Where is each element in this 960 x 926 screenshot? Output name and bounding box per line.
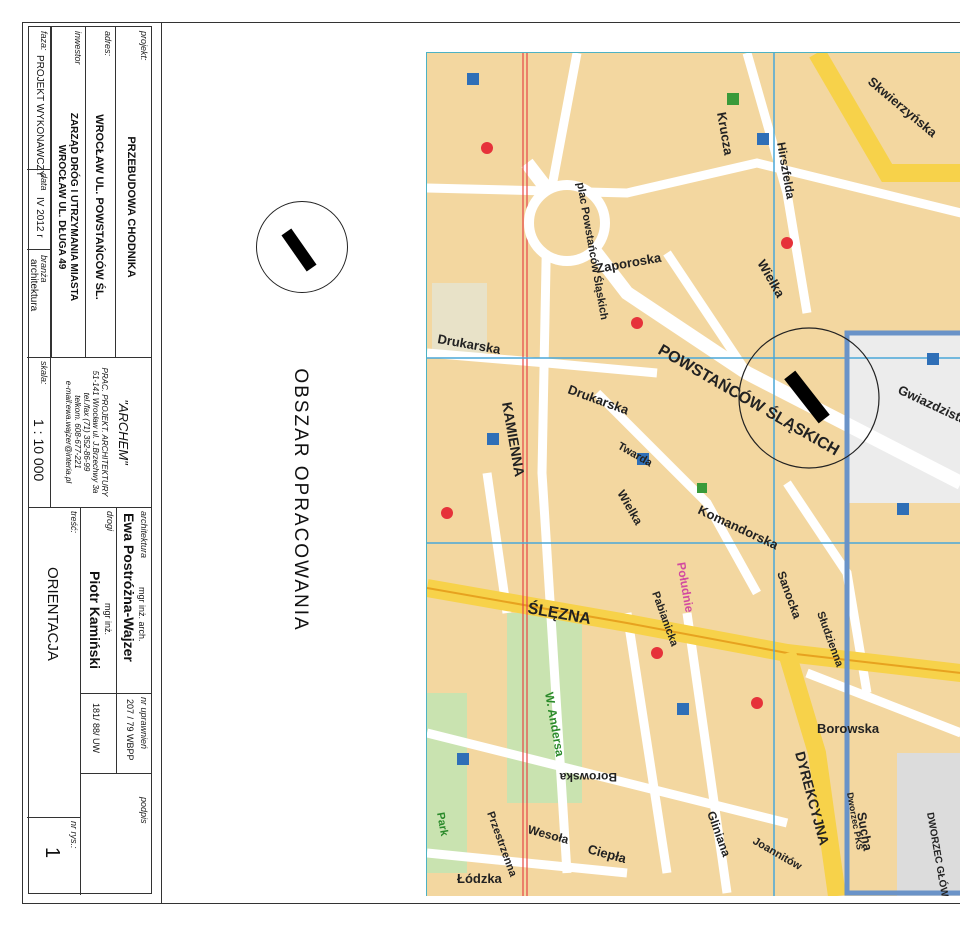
skala-label: skala: bbox=[39, 361, 49, 385]
adres-row: adres: WROCŁAW UL. POWSTAŃCÓW ŚL. bbox=[85, 27, 115, 357]
projekt-label: projekt: bbox=[139, 31, 149, 61]
branza-label: branża bbox=[39, 255, 49, 283]
north-arrow-bar bbox=[281, 228, 317, 272]
designers-block: architektura mgr inż. arch. Ewa Postróżn… bbox=[27, 507, 151, 895]
nr-rys-label: nr rys.: bbox=[69, 821, 79, 849]
title-block: projekt: PRZEBUDOWA CHODNIKA adres: WROC… bbox=[22, 22, 162, 904]
divider bbox=[80, 507, 81, 895]
adres-label: adres: bbox=[103, 31, 113, 57]
drogi-title: mgr inż. bbox=[103, 603, 113, 636]
data-value: IV 2012 r bbox=[34, 197, 45, 238]
divider bbox=[27, 249, 51, 250]
branza-value: architektura bbox=[28, 259, 39, 312]
north-arrow-icon bbox=[256, 201, 348, 293]
street-borowska: Borowska bbox=[817, 721, 880, 736]
area-label: OBSZAR OPRACOWANIA bbox=[290, 368, 311, 632]
inwestor-label: inwestor bbox=[73, 31, 83, 65]
company-name: "ARCHEM" bbox=[116, 399, 131, 465]
title-block-frame: projekt: PRZEBUDOWA CHODNIKA adres: WROC… bbox=[27, 26, 152, 895]
divider bbox=[27, 169, 51, 170]
projekt-row: projekt: PRZEBUDOWA CHODNIKA bbox=[115, 27, 151, 357]
company-line3: tel./fax (71) 352-86-99 bbox=[82, 392, 91, 472]
faza-label: faza: bbox=[39, 31, 49, 51]
projekt-value: PRZEBUDOWA CHODNIKA bbox=[125, 136, 137, 278]
adres-value: WROCŁAW UL. POWSTAŃCÓW ŚL. bbox=[93, 114, 105, 300]
inwestor-line2: WROCŁAW UL. DŁUGA 49 bbox=[56, 144, 67, 270]
faza-value: PROJEKT WYKONAWCZY bbox=[34, 55, 45, 178]
skala-value: 1 : 10 000 bbox=[31, 419, 47, 482]
drogi-name: Piotr Kamiński bbox=[87, 571, 103, 670]
street-borowska2: Borowska bbox=[559, 770, 617, 784]
architektura-label: architektura bbox=[139, 511, 149, 559]
drogi-nr: 181/ 88/ UW bbox=[91, 703, 101, 754]
city-map: POWSTAŃCÓW ŚLĄSKICH ŚLĘZNA KAMIENNA DYRE… bbox=[426, 52, 960, 896]
divider bbox=[116, 507, 117, 773]
divider bbox=[27, 817, 81, 818]
faza-row: faza: PROJEKT WYKONAWCZY data IV 2012 r … bbox=[27, 27, 51, 507]
company-line4: telkom. 608-677-221 bbox=[73, 395, 82, 469]
nr-rys-value: 1 bbox=[41, 847, 63, 859]
divider bbox=[27, 357, 51, 358]
arch-nr: 207 / 79 WBPP bbox=[125, 699, 135, 761]
inwestor-line1: ZARZĄD DRÓG I UTRZYMANIA MIASTA bbox=[68, 112, 79, 302]
company-line1: PRAC. PROJEKT. ARCHITEKTURY bbox=[100, 367, 109, 497]
map-graphic: POWSTAŃCÓW ŚLĄSKICH ŚLĘZNA KAMIENNA DYRE… bbox=[427, 53, 960, 896]
drogi-label: drogi bbox=[105, 511, 115, 532]
tresc-value: ORIENTACJA bbox=[44, 567, 61, 661]
podpis-label: podpis bbox=[139, 797, 149, 824]
arch-name: Ewa Postróżna-Wajzer bbox=[121, 513, 137, 662]
company-line2: 51-141 Wrocław ul. J.Brzechwy 3a bbox=[91, 370, 100, 494]
company-line5: e-mail:ewa.wajzer@interia.pl bbox=[64, 380, 73, 484]
arch-title: mgr inż. arch. bbox=[137, 587, 147, 642]
drawing-sheet: projekt: PRZEBUDOWA CHODNIKA adres: WROC… bbox=[0, 0, 960, 926]
nr-upr-label: nr uprawnień bbox=[139, 697, 149, 750]
data-label: data bbox=[39, 173, 49, 191]
title-block-column: projekt: PRZEBUDOWA CHODNIKA adres: WROC… bbox=[22, 22, 162, 904]
tresc-label: treść: bbox=[69, 511, 79, 534]
inwestor-row: inwestor ZARZĄD DRÓG I UTRZYMANIA MIASTA… bbox=[51, 27, 85, 357]
divider bbox=[50, 27, 51, 507]
street-lodzka: Łódzka bbox=[457, 871, 503, 886]
divider bbox=[81, 773, 151, 774]
company-stamp: "ARCHEM" PRAC. PROJEKT. ARCHITEKTURY 51-… bbox=[51, 357, 151, 507]
